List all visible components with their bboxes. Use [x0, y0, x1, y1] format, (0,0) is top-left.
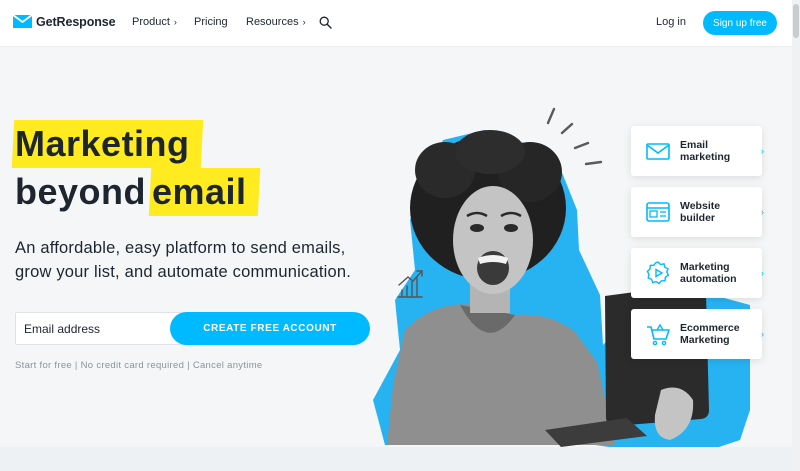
website-icon	[646, 202, 670, 222]
nav-pricing[interactable]: Pricing	[194, 16, 228, 28]
scrollbar-thumb[interactable]	[793, 4, 799, 38]
cart-icon	[647, 323, 670, 346]
chevron-right-icon[interactable]: ›	[761, 146, 764, 156]
search-icon[interactable]	[319, 16, 332, 29]
feature-card-label: Marketing automation	[680, 261, 737, 285]
feature-card-label: Email marketing	[680, 139, 731, 163]
logo[interactable]: GetResponse	[13, 14, 116, 29]
login-link[interactable]: Log in	[656, 16, 686, 28]
burst-line	[560, 122, 574, 135]
nav-product[interactable]: Product ›	[132, 16, 177, 28]
burst-line	[546, 107, 556, 125]
feature-card-ecommerce-marketing[interactable]: Ecommerce Marketing	[631, 309, 762, 359]
burst-line	[573, 141, 590, 150]
chevron-right-icon: ›	[173, 17, 177, 27]
chevron-right-icon[interactable]: ›	[761, 268, 764, 278]
hero-subtext: An affordable, easy platform to send ema…	[15, 239, 352, 281]
chevron-right-icon[interactable]: ›	[761, 207, 764, 217]
scrollbar[interactable]	[792, 0, 800, 471]
nav-resources[interactable]: Resources ›	[246, 16, 306, 28]
create-account-button[interactable]: CREATE FREE ACCOUNT	[170, 312, 370, 345]
logo-envelope-icon	[13, 14, 32, 28]
feature-card-website-builder[interactable]: Website builder	[631, 187, 762, 237]
headline-word-marketing: Marketing	[15, 123, 190, 164]
next-section-strip	[0, 447, 792, 471]
feature-card-label: Website builder	[680, 200, 721, 224]
signup-form: CREATE FREE ACCOUNT	[15, 312, 370, 345]
feature-card-email-marketing[interactable]: Email marketing	[631, 126, 762, 176]
headline-highlight: email	[148, 168, 260, 216]
headline-word-email: email	[152, 171, 247, 212]
top-nav: GetResponse Product › Pricing Resources …	[0, 0, 800, 46]
nav-pricing-label: Pricing	[194, 16, 228, 28]
logo-text: GetResponse	[36, 14, 116, 29]
burst-line	[584, 160, 603, 166]
feature-card-label: Ecommerce Marketing	[680, 322, 740, 346]
hero-headline: Marketing beyond email	[11, 120, 260, 216]
feature-card-marketing-automation[interactable]: Marketing automation	[631, 248, 762, 298]
nav-resources-label: Resources	[246, 16, 299, 28]
chevron-right-icon: ›	[302, 17, 306, 27]
envelope-icon	[646, 143, 670, 160]
nav-product-label: Product	[132, 16, 170, 28]
gear-play-icon	[646, 261, 670, 285]
signup-button[interactable]: Sign up free	[703, 11, 777, 35]
chevron-right-icon[interactable]: ›	[761, 329, 764, 339]
headline-highlight: Marketing	[11, 120, 203, 168]
headline-word-beyond: beyond	[15, 171, 147, 212]
fine-print: Start for free | No credit card required…	[15, 360, 263, 371]
